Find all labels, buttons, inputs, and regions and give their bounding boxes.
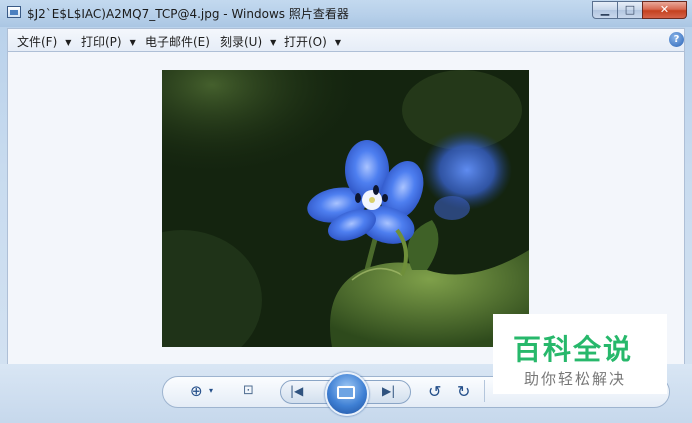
watermark-title: 百科全说: [513, 333, 634, 366]
maximize-button[interactable]: □: [617, 1, 643, 19]
previous-button[interactable]: |◀: [290, 384, 303, 398]
menu-burn-label: 刻录(U): [220, 35, 263, 49]
rotate-clockwise-icon[interactable]: ↻: [457, 382, 470, 401]
menu-email[interactable]: 电子邮件(E): [145, 33, 210, 50]
zoom-dropdown-icon[interactable]: ▾: [209, 386, 213, 395]
actual-size-icon[interactable]: ⊡: [243, 383, 254, 398]
flower-photo-image: [162, 70, 529, 347]
chevron-down-icon: ▼: [129, 38, 136, 47]
menu-file-label: 文件(F): [17, 35, 58, 49]
watermark-subtitle: 助你轻松解决: [524, 370, 627, 388]
photo-viewer-window: $J2`E$L$IAC)A2MQ7_TCP@4.jpg - Windows 照片…: [0, 0, 692, 423]
chevron-down-icon: ▼: [334, 38, 341, 47]
zoom-icon[interactable]: ⊕: [190, 382, 203, 400]
photo-viewer-app-icon[interactable]: [7, 6, 21, 18]
menu-print[interactable]: 打印(P) ▼: [81, 33, 136, 50]
menu-bar: 文件(F) ▼ 打印(P) ▼ 电子邮件(E) 刻录(U) ▼ 打开(O) ▼ ?: [7, 28, 685, 52]
watermark-overlay: 百科全说 助你轻松解决: [493, 314, 667, 394]
chevron-down-icon: ▼: [65, 38, 72, 47]
menu-open-label: 打开(O): [284, 35, 327, 49]
next-button[interactable]: ▶|: [382, 384, 395, 398]
menu-email-label: 电子邮件(E): [145, 35, 210, 49]
window-title: $J2`E$L$IAC)A2MQ7_TCP@4.jpg - Windows 照片…: [27, 7, 349, 21]
toolbar-divider: [484, 380, 485, 402]
chevron-down-icon: ▼: [270, 38, 277, 47]
help-icon[interactable]: ?: [669, 32, 684, 47]
rotate-counterclockwise-icon[interactable]: ↺: [428, 382, 441, 401]
minimize-button[interactable]: ▁: [592, 1, 618, 19]
displayed-photo[interactable]: [162, 70, 529, 347]
menu-print-label: 打印(P): [81, 35, 122, 49]
close-button[interactable]: ✕: [642, 1, 687, 19]
slideshow-button[interactable]: [325, 372, 369, 416]
menu-file[interactable]: 文件(F) ▼: [17, 33, 71, 50]
menu-burn[interactable]: 刻录(U) ▼: [220, 33, 276, 50]
title-bar[interactable]: $J2`E$L$IAC)A2MQ7_TCP@4.jpg - Windows 照片…: [0, 0, 692, 27]
menu-open[interactable]: 打开(O) ▼: [284, 33, 341, 50]
